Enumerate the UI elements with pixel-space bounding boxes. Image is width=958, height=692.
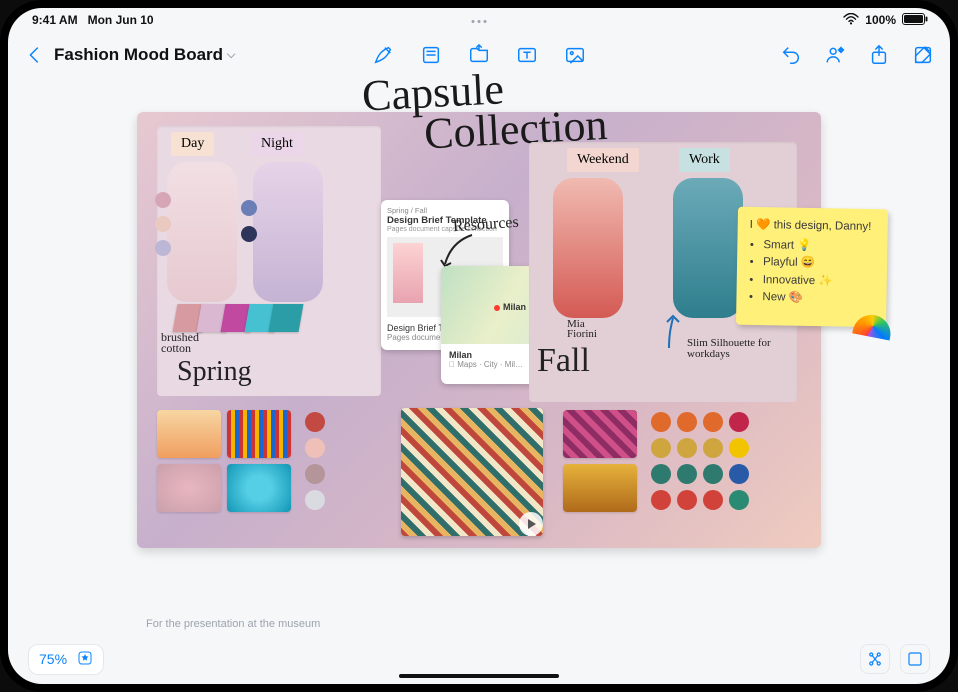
- pen-tool-button[interactable]: [370, 42, 396, 68]
- image-tile[interactable]: [157, 410, 221, 458]
- spring-swatch-strip[interactable]: [157, 410, 291, 512]
- doc-kicker: Spring / Fall: [387, 206, 503, 215]
- spring-figure-day[interactable]: [167, 162, 237, 302]
- image-tile[interactable]: [227, 410, 291, 458]
- image-tile[interactable]: [227, 464, 291, 512]
- sticky-note-button[interactable]: [418, 42, 444, 68]
- undo-button[interactable]: [778, 42, 804, 68]
- battery-icon: [902, 13, 928, 28]
- text-box-button[interactable]: [514, 42, 540, 68]
- device-frame: 9:41 AM Mon Jun 10 100% Fas: [0, 0, 958, 692]
- zoom-control[interactable]: 75%: [28, 644, 104, 675]
- sticky-note[interactable]: I 🧡 this design, Danny! Smart 💡 Playful …: [736, 207, 888, 328]
- zoom-value: 75%: [39, 651, 67, 667]
- arrow-annotation: [657, 312, 687, 352]
- battery-percent: 100%: [865, 13, 896, 27]
- mood-board[interactable]: Capsule Collection Day Night: [137, 112, 821, 548]
- status-date: Mon Jun 10: [88, 13, 154, 27]
- spring-panel[interactable]: Day Night brush: [157, 126, 381, 396]
- swatch-caption: brushed cotton: [161, 332, 221, 355]
- fall-palette-grid: [651, 412, 749, 510]
- tag-work[interactable]: Work: [679, 148, 730, 172]
- collaborate-button[interactable]: [822, 42, 848, 68]
- play-button[interactable]: [519, 512, 543, 536]
- sticky-list: Smart 💡 Playful 😄 Innovative ✨ New 🎨: [762, 237, 875, 308]
- spring-palette-col: [305, 412, 325, 510]
- wifi-icon: [843, 13, 859, 28]
- arrow-annotation: [437, 230, 477, 270]
- designer-sig-b: Fiorini: [567, 328, 597, 340]
- fall-swatch-strip[interactable]: [563, 410, 637, 512]
- fabric-swatch[interactable]: [269, 304, 304, 332]
- back-button[interactable]: [22, 42, 48, 68]
- screen: 9:41 AM Mon Jun 10 100% Fas: [8, 8, 950, 684]
- tag-weekend[interactable]: Weekend: [567, 148, 639, 172]
- chevron-down-icon: ⌵: [227, 49, 235, 62]
- share-button[interactable]: [866, 42, 892, 68]
- spring-figure-night[interactable]: [253, 162, 323, 302]
- status-time: 9:41 AM: [32, 13, 78, 27]
- new-board-button[interactable]: [910, 42, 936, 68]
- image-tile[interactable]: [563, 464, 637, 512]
- sticky-item: New 🎨: [762, 289, 874, 308]
- image-tile[interactable]: [157, 464, 221, 512]
- favorite-icon[interactable]: [77, 650, 93, 669]
- image-tile[interactable]: [563, 410, 637, 458]
- tag-day[interactable]: Day: [171, 132, 214, 156]
- board-caption[interactable]: For the presentation at the museum: [146, 618, 320, 630]
- sticky-title: I 🧡 this design, Danny!: [750, 217, 876, 233]
- sticky-item: Playful 😄: [763, 254, 875, 273]
- map-pin-label: Milan: [503, 302, 526, 312]
- canvas[interactable]: Capsule Collection Day Night: [8, 78, 950, 634]
- multitask-dots[interactable]: [472, 20, 487, 23]
- minimap-button[interactable]: [900, 644, 930, 674]
- palette-dot: [241, 200, 257, 216]
- fall-figure-weekend[interactable]: [553, 178, 623, 318]
- palette-dot: [155, 192, 171, 208]
- fall-figure-work[interactable]: [673, 178, 743, 318]
- status-bar: 9:41 AM Mon Jun 10 100%: [8, 8, 950, 32]
- palette-dot: [155, 240, 171, 256]
- spring-label: Spring: [177, 356, 252, 388]
- home-indicator[interactable]: [399, 674, 559, 678]
- navigator-button[interactable]: [860, 644, 890, 674]
- board-title[interactable]: Fashion Mood Board ⌵: [54, 45, 235, 65]
- board-headline: Capsule Collection: [361, 61, 695, 155]
- rainbow-sticker: [852, 312, 893, 341]
- sticky-item: Innovative ✨: [763, 272, 875, 291]
- fall-label: Fall: [537, 342, 590, 380]
- tag-night[interactable]: Night: [251, 132, 303, 156]
- work-annotation: Slim Silhouette for workdays: [687, 338, 787, 360]
- sticky-item: Smart 💡: [763, 237, 875, 256]
- palette-dot: [155, 216, 171, 232]
- palette-dot: [241, 226, 257, 242]
- insert-media-button[interactable]: [562, 42, 588, 68]
- board-title-text: Fashion Mood Board: [54, 45, 223, 65]
